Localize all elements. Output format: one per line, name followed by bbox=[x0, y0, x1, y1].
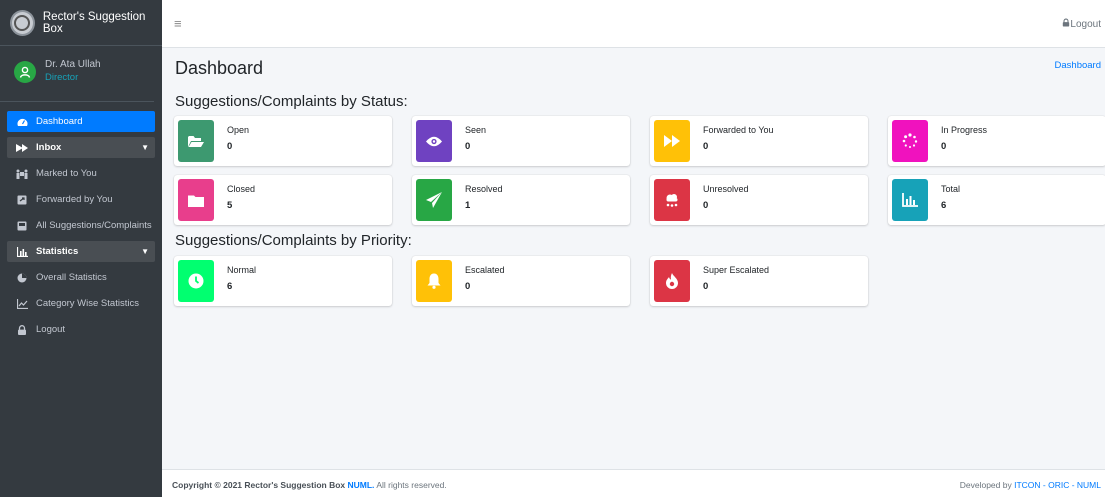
logout-label: Logout bbox=[1070, 19, 1101, 30]
card-value: 6 bbox=[941, 200, 947, 211]
status-card-closed[interactable]: Closed 5 bbox=[174, 175, 392, 225]
card-value: 0 bbox=[703, 281, 709, 292]
footer: Copyright © 2021 Rector's Suggestion Box… bbox=[162, 469, 1105, 497]
priority-card-super-escalated[interactable]: Super Escalated 0 bbox=[650, 256, 868, 306]
card-label: Closed bbox=[227, 184, 256, 194]
priority-card-escalated[interactable]: Escalated 0 bbox=[412, 256, 630, 306]
spinner-icon bbox=[892, 120, 928, 162]
card-label: In Progress bbox=[941, 125, 988, 135]
logout-link[interactable]: Logout bbox=[1062, 18, 1101, 30]
chart-line-icon bbox=[16, 298, 28, 309]
status-card-total[interactable]: Total 6 bbox=[888, 175, 1105, 225]
sidebar-item-label: Overall Statistics bbox=[36, 272, 107, 283]
brand-title: Rector's Suggestion Box bbox=[42, 10, 146, 35]
sidebar-item-overall-statistics[interactable]: Overall Statistics bbox=[7, 267, 155, 288]
sidebar-item-dashboard[interactable]: Dashboard bbox=[7, 111, 155, 132]
chart-pie-icon bbox=[16, 273, 28, 283]
sidebar-item-label: Statistics bbox=[36, 246, 79, 257]
page-title: Dashboard bbox=[175, 58, 264, 78]
card-label: Unresolved bbox=[703, 184, 749, 194]
share-square-icon bbox=[16, 195, 28, 205]
user-avatar-icon bbox=[14, 61, 36, 83]
clock-icon bbox=[178, 260, 214, 302]
fire-icon bbox=[654, 260, 690, 302]
status-card-forwarded[interactable]: Forwarded to You 0 bbox=[650, 116, 868, 166]
card-label: Forwarded to You bbox=[703, 125, 774, 135]
tachometer-icon bbox=[16, 117, 28, 127]
sidebar: Rector's Suggestion Box Dr. Ata Ullah Di… bbox=[0, 0, 162, 497]
sidebar-item-label: Category Wise Statistics bbox=[36, 298, 139, 309]
folder-open-icon bbox=[178, 120, 214, 162]
sidebar-item-label: Dashboard bbox=[36, 116, 83, 127]
card-label: Total bbox=[941, 184, 961, 194]
hamburger-menu-icon[interactable]: ≡ bbox=[174, 16, 182, 31]
footer-copyright: Copyright © 2021 Rector's Suggestion Box… bbox=[172, 480, 447, 490]
lock-icon bbox=[16, 324, 28, 335]
sidebar-item-label: All Suggestions/Complaints bbox=[36, 220, 152, 231]
developed-by-text: Developed by bbox=[959, 480, 1012, 490]
card-label: Normal bbox=[227, 265, 257, 275]
chevron-down-icon: ▼ bbox=[141, 143, 149, 152]
chart-bar-icon bbox=[16, 246, 28, 257]
card-value: 0 bbox=[465, 141, 471, 152]
paper-plane-icon bbox=[416, 179, 452, 221]
card-value: 0 bbox=[227, 141, 233, 152]
sidebar-nav: Dashboard Inbox ▼ Marked to You Forwarde… bbox=[0, 111, 162, 340]
user-panel: Dr. Ata Ullah Director bbox=[0, 46, 154, 102]
sidebar-item-label: Inbox bbox=[36, 142, 62, 153]
people-carry-icon bbox=[16, 169, 28, 179]
status-card-in-progress[interactable]: In Progress 0 bbox=[888, 116, 1105, 166]
card-label: Escalated bbox=[465, 265, 505, 275]
main-content: Dashboard Dashboard Suggestions/Complain… bbox=[162, 48, 1105, 469]
card-value: 5 bbox=[227, 200, 233, 211]
card-value: 1 bbox=[465, 200, 471, 211]
cloud-rain-icon bbox=[654, 179, 690, 221]
sidebar-item-label: Marked to You bbox=[36, 168, 97, 179]
user-name[interactable]: Dr. Ata Ullah bbox=[45, 59, 101, 70]
sidebar-item-category-statistics[interactable]: Category Wise Statistics bbox=[7, 293, 155, 314]
eye-icon bbox=[416, 120, 452, 162]
card-value: 0 bbox=[703, 141, 709, 152]
university-logo-icon bbox=[10, 9, 35, 36]
priority-section-title: Suggestions/Complaints by Priority: bbox=[175, 232, 412, 249]
sidebar-item-all-suggestions[interactable]: All Suggestions/Complaints bbox=[7, 215, 155, 236]
chevron-down-icon: ▼ bbox=[141, 247, 149, 256]
rights-text: All rights reserved. bbox=[376, 480, 447, 490]
brand-link[interactable]: Rector's Suggestion Box bbox=[0, 0, 162, 46]
card-label: Super Escalated bbox=[703, 265, 770, 275]
status-section-title: Suggestions/Complaints by Status: bbox=[175, 93, 408, 110]
bell-icon bbox=[416, 260, 452, 302]
fast-forward-icon bbox=[654, 120, 690, 162]
sidebar-item-logout[interactable]: Logout bbox=[7, 319, 155, 340]
card-value: 0 bbox=[703, 200, 709, 211]
card-label: Open bbox=[227, 125, 250, 135]
sidebar-item-label: Logout bbox=[36, 324, 66, 335]
card-value: 0 bbox=[465, 281, 471, 292]
sidebar-item-label: Forwarded by You bbox=[36, 194, 113, 205]
sidebar-item-marked-to-you[interactable]: Marked to You bbox=[7, 163, 155, 184]
card-label: Seen bbox=[465, 125, 487, 135]
breadcrumb[interactable]: Dashboard bbox=[1055, 60, 1101, 71]
copyright-text: Copyright © 2021 Rector's Suggestion Box bbox=[172, 480, 346, 490]
card-label: Resolved bbox=[465, 184, 503, 194]
developer-link[interactable]: ITCON - ORIC - NUML bbox=[1014, 480, 1101, 490]
numl-link[interactable]: NUML. bbox=[348, 480, 375, 490]
inbox-icon bbox=[16, 143, 28, 153]
sidebar-item-inbox[interactable]: Inbox ▼ bbox=[7, 137, 155, 158]
status-card-resolved[interactable]: Resolved 1 bbox=[412, 175, 630, 225]
card-value: 0 bbox=[941, 141, 947, 152]
footer-developer: Developed by ITCON - ORIC - NUML bbox=[960, 480, 1101, 490]
inbox-tray-icon bbox=[16, 221, 28, 231]
priority-card-normal[interactable]: Normal 6 bbox=[174, 256, 392, 306]
top-navbar: ≡ Logout bbox=[162, 0, 1105, 48]
card-value: 6 bbox=[227, 281, 233, 292]
chart-bar-icon bbox=[892, 179, 928, 221]
user-role: Director bbox=[45, 72, 79, 83]
status-card-seen[interactable]: Seen 0 bbox=[412, 116, 630, 166]
status-card-unresolved[interactable]: Unresolved 0 bbox=[650, 175, 868, 225]
folder-icon bbox=[178, 179, 214, 221]
sidebar-item-statistics[interactable]: Statistics ▼ bbox=[7, 241, 155, 262]
status-card-open[interactable]: Open 0 bbox=[174, 116, 392, 166]
sidebar-item-forwarded-by-you[interactable]: Forwarded by You bbox=[7, 189, 155, 210]
